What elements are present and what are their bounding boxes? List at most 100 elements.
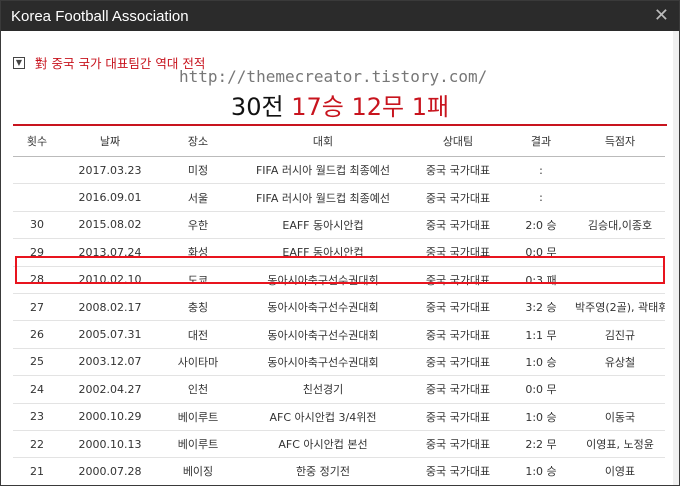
table-cell: 박주영(2골), 곽태휘 xyxy=(575,293,665,322)
column-header: 횟수 xyxy=(13,126,61,157)
table-cell: 이영표 xyxy=(575,457,665,485)
table-row: 28 2010.02.10 도쿄 동아시아축구선수권대회 중국 국가대표 0:3 패 xyxy=(13,266,665,294)
table-cell: 2:2 무 xyxy=(507,430,575,459)
table-cell: 중국 국가대표 xyxy=(409,375,507,404)
table-cell: 유상철 xyxy=(575,348,665,377)
table-cell: 동아시아축구선수권대회 xyxy=(237,293,409,322)
column-header: 득점자 xyxy=(575,126,665,157)
summary-total: 30전 xyxy=(230,93,284,121)
table-cell: 중국 국가대표 xyxy=(409,293,507,322)
table-cell: 중국 국가대표 xyxy=(409,156,507,185)
table-cell: 베이징 xyxy=(159,457,237,485)
table-cell xyxy=(575,375,665,404)
table-header-row: 횟수 날짜 장소 대회 상대팀 결과 득점자 xyxy=(13,126,665,157)
table-cell: : xyxy=(507,156,575,185)
table-cell: EAFF 동아시안컵 xyxy=(237,211,409,240)
summary-losses: 1패 xyxy=(411,93,450,121)
table-cell: 중국 국가대표 xyxy=(409,403,507,431)
table-cell: 김승대,이종호 xyxy=(575,211,665,240)
table-cell: 22 xyxy=(13,430,61,459)
table-cell: 0:0 무 xyxy=(507,375,575,404)
table-cell: 중국 국가대표 xyxy=(409,430,507,459)
section-title: ▼ 對 중국 국가 대표팀간 역대 전적 xyxy=(13,53,205,72)
table-cell: 도쿄 xyxy=(159,266,237,294)
scrollbar[interactable] xyxy=(673,31,679,485)
table-cell: 2013.07.24 xyxy=(61,238,159,267)
column-header: 장소 xyxy=(159,126,237,157)
table-cell xyxy=(575,238,665,267)
table-cell: 23 xyxy=(13,403,61,431)
table-row: 2016.09.01 서울 FIFA 러시아 월드컵 최종예선 중국 국가대표: xyxy=(13,183,665,212)
table-cell: 한중 정기전 xyxy=(237,457,409,485)
table-cell xyxy=(575,156,665,185)
table-cell: 2003.12.07 xyxy=(61,348,159,377)
window-title: Korea Football Association xyxy=(11,7,189,25)
table-cell: 중국 국가대표 xyxy=(409,266,507,294)
table-cell: 2015.08.02 xyxy=(61,211,159,240)
table-cell: 26 xyxy=(13,320,61,349)
table-cell: AFC 아시안컵 본선 xyxy=(237,430,409,459)
table-cell xyxy=(13,183,61,212)
table-cell: 2005.07.31 xyxy=(61,320,159,349)
table-row: 27 2008.02.17 충칭 동아시아축구선수권대회 중국 국가대표 3:2 승 박주영… xyxy=(13,293,665,322)
header-area: ▼ 對 중국 국가 대표팀간 역대 전적 http://themecreator… xyxy=(1,31,679,127)
table-cell: FIFA 러시아 월드컵 최종예선 xyxy=(237,183,409,212)
table-cell: 29 xyxy=(13,238,61,267)
table-cell: 25 xyxy=(13,348,61,377)
table-cell: 중국 국가대표 xyxy=(409,320,507,349)
column-header: 대회 xyxy=(237,126,409,157)
table-cell: 사이타마 xyxy=(159,348,237,377)
table-cell: 3:2 승 xyxy=(507,293,575,322)
table-cell: 중국 국가대표 xyxy=(409,457,507,485)
table-cell: 1:1 무 xyxy=(507,320,575,349)
table-cell: 친선경기 xyxy=(237,375,409,404)
table-cell: 동아시아축구선수권대회 xyxy=(237,348,409,377)
table-cell: 21 xyxy=(13,457,61,485)
table-cell: 이동국 xyxy=(575,403,665,431)
table-cell: EAFF 동아시안컵 xyxy=(237,238,409,267)
table-cell: 서울 xyxy=(159,183,237,212)
table-cell: 대전 xyxy=(159,320,237,349)
watermark-url: http://themecreator.tistory.com/ xyxy=(179,67,488,86)
table-cell: 중국 국가대표 xyxy=(409,238,507,267)
collapse-toggle-icon[interactable]: ▼ xyxy=(13,56,25,69)
record-summary: 30전 17승 12무 1패 xyxy=(1,87,679,122)
table-cell: 2017.03.23 xyxy=(61,156,159,185)
table-cell: 24 xyxy=(13,375,61,404)
table-cell: 2008.02.17 xyxy=(61,293,159,322)
results-table: 횟수 날짜 장소 대회 상대팀 결과 득점자 2017.03.23 미정 FIFA 러시아 월드… xyxy=(13,126,665,485)
summary-draws: 12무 xyxy=(351,93,405,121)
table-cell: 30 xyxy=(13,211,61,240)
titlebar: Korea Football Association ✕ xyxy=(1,1,679,31)
table-cell: 미정 xyxy=(159,156,237,185)
table-cell: 중국 국가대표 xyxy=(409,183,507,212)
table-row: 23 2000.10.29 베이루트 AFC 아시안컵 3/4위전 중국 국가대표 1:0… xyxy=(13,403,665,431)
table-cell: 1:0 승 xyxy=(507,348,575,377)
table-cell: 인천 xyxy=(159,375,237,404)
table-cell: 0:0 무 xyxy=(507,238,575,267)
column-header: 상대팀 xyxy=(409,126,507,157)
table-cell: 2002.04.27 xyxy=(61,375,159,404)
column-header: 결과 xyxy=(507,126,575,157)
table-cell: 2000.10.29 xyxy=(61,403,159,431)
table-body: 2017.03.23 미정 FIFA 러시아 월드컵 최종예선 중국 국가대표:201… xyxy=(13,156,665,485)
table-cell: 27 xyxy=(13,293,61,322)
table-cell xyxy=(575,183,665,212)
popup-window: Korea Football Association ✕ ▼ 對 중국 국가 대… xyxy=(0,0,680,486)
table-cell: 베이루트 xyxy=(159,403,237,431)
table-cell: 2016.09.01 xyxy=(61,183,159,212)
table-cell: 동아시아축구선수권대회 xyxy=(237,320,409,349)
table-cell: AFC 아시안컵 3/4위전 xyxy=(237,403,409,431)
table-cell: 중국 국가대표 xyxy=(409,211,507,240)
table-cell: 화성 xyxy=(159,238,237,267)
table-cell: 28 xyxy=(13,266,61,294)
table-cell: 2010.02.10 xyxy=(61,266,159,294)
table-cell: 동아시아축구선수권대회 xyxy=(237,266,409,294)
table-cell: 이영표, 노정윤 xyxy=(575,430,665,459)
table-cell: : xyxy=(507,183,575,212)
table-row: 21 2000.07.28 베이징 한중 정기전 중국 국가대표 1:0 승 이영표 xyxy=(13,457,665,485)
table-row: 29 2013.07.24 화성 EAFF 동아시안컵 중국 국가대표 0:0 무 xyxy=(13,238,665,267)
close-icon[interactable]: ✕ xyxy=(654,7,669,25)
table-cell: 0:3 패 xyxy=(507,266,575,294)
table-row: 30 2015.08.02 우한 EAFF 동아시안컵 중국 국가대표 2:0 승 김승대,… xyxy=(13,211,665,240)
